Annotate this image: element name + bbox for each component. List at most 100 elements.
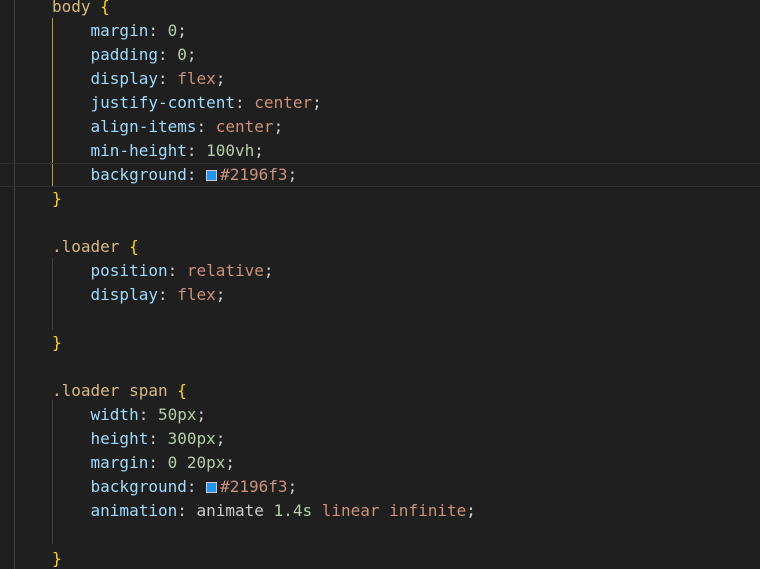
code-line[interactable] xyxy=(0,523,760,547)
code-line-text: min-height: 100vh; xyxy=(52,139,264,163)
code-token-text: : xyxy=(148,21,168,40)
color-swatch-icon[interactable] xyxy=(206,170,218,181)
code-token-property: height xyxy=(90,429,149,448)
code-line-text: padding: 0; xyxy=(52,43,197,67)
code-line-text: } xyxy=(52,187,62,211)
code-line[interactable]: display: flex; xyxy=(0,67,760,91)
code-line-text: } xyxy=(52,331,62,355)
code-line[interactable]: margin: 0; xyxy=(0,19,760,43)
code-line[interactable]: } xyxy=(0,331,760,355)
code-token-text: : xyxy=(138,405,158,424)
code-line[interactable]: margin: 0 20px; xyxy=(0,451,760,475)
code-token-brace: } xyxy=(52,549,62,568)
code-token-text: ; xyxy=(273,117,284,136)
code-token-selector: .loader span xyxy=(52,381,178,400)
code-token-string_value: #2196f3 xyxy=(220,477,288,496)
code-token-text: ; xyxy=(215,429,226,448)
code-token-text: ; xyxy=(312,93,322,112)
code-token-text: ; xyxy=(215,69,226,88)
code-token-property: background xyxy=(90,165,187,184)
code-line[interactable]: justify-content: center; xyxy=(0,91,760,115)
code-token-string_value: linear xyxy=(321,501,380,520)
code-token-text: : xyxy=(148,453,168,472)
code-line[interactable]: height: 300px; xyxy=(0,427,760,451)
code-line-text: .loader { xyxy=(52,235,139,259)
code-token-property: align-items xyxy=(90,117,197,136)
code-token-string_value: flex xyxy=(177,69,216,88)
code-token-text: ; xyxy=(215,285,226,304)
code-line-text: } xyxy=(52,547,62,569)
code-line[interactable]: .loader span { xyxy=(0,379,760,403)
code-token-string_value: infinite xyxy=(389,501,467,520)
code-line[interactable]: } xyxy=(0,547,760,569)
code-token-text: ; xyxy=(196,405,207,424)
code-line[interactable]: body { xyxy=(0,0,760,19)
code-line[interactable] xyxy=(0,307,760,331)
code-token-brace: { xyxy=(177,381,187,400)
code-token-string_value: #2196f3 xyxy=(220,165,288,184)
color-swatch-icon[interactable] xyxy=(206,482,218,493)
code-line-current[interactable]: background: #2196f3; xyxy=(0,163,760,187)
code-token-number: 300px xyxy=(167,429,216,448)
code-token-property: display xyxy=(90,285,158,304)
code-token-text: : xyxy=(186,477,207,496)
code-line[interactable]: min-height: 100vh; xyxy=(0,139,760,163)
code-line[interactable]: width: 50px; xyxy=(0,403,760,427)
code-line[interactable]: animation: animate 1.4s linear infinite; xyxy=(0,499,760,523)
code-line-text: height: 300px; xyxy=(52,427,226,451)
code-token-number: 0 xyxy=(167,21,178,40)
code-token-property: animation xyxy=(90,501,178,520)
code-line[interactable]: align-items: center; xyxy=(0,115,760,139)
code-token-number: 0 20px xyxy=(167,453,226,472)
code-token-property: position xyxy=(90,261,168,280)
code-token-brace: { xyxy=(100,0,110,16)
code-token-property: margin xyxy=(90,21,149,40)
code-line[interactable]: .loader { xyxy=(0,235,760,259)
code-line-text: margin: 0; xyxy=(52,19,187,43)
code-token-text: : xyxy=(157,45,178,64)
code-token-text: : xyxy=(157,285,178,304)
code-line-text: display: flex; xyxy=(52,67,226,91)
code-line[interactable] xyxy=(0,355,760,379)
code-line-text: width: 50px; xyxy=(52,403,207,427)
code-line-text: background: #2196f3; xyxy=(52,475,298,499)
code-token-text: ; xyxy=(287,165,298,184)
code-token-string_value: relative xyxy=(186,261,264,280)
code-token-property: min-height xyxy=(90,141,187,160)
code-token-text: : xyxy=(186,141,207,160)
code-editor[interactable]: body { margin: 0; padding: 0; display: f… xyxy=(0,0,760,569)
code-line[interactable] xyxy=(0,211,760,235)
code-line[interactable]: background: #2196f3; xyxy=(0,475,760,499)
code-token-property: width xyxy=(90,405,139,424)
code-line[interactable]: } xyxy=(0,187,760,211)
code-line-text: body { xyxy=(52,0,110,19)
code-line-text: background: #2196f3; xyxy=(52,163,298,187)
code-token-text: ; xyxy=(466,501,476,520)
code-token-string_value: flex xyxy=(177,285,216,304)
code-token-text: animate xyxy=(196,501,274,520)
code-line[interactable]: display: flex; xyxy=(0,283,760,307)
code-token-number: 50px xyxy=(157,405,197,424)
code-line[interactable]: padding: 0; xyxy=(0,43,760,67)
code-token-property: padding xyxy=(90,45,158,64)
code-line[interactable]: position: relative; xyxy=(0,259,760,283)
code-token-text: : xyxy=(186,165,207,184)
code-token-text: : xyxy=(177,501,197,520)
code-line-text: display: flex; xyxy=(52,283,226,307)
code-token-text: : xyxy=(148,429,168,448)
code-token-brace: } xyxy=(52,333,62,352)
code-token-number: 1.4s xyxy=(273,501,313,520)
code-token-text: ; xyxy=(263,261,274,280)
code-token-text: ; xyxy=(287,477,298,496)
